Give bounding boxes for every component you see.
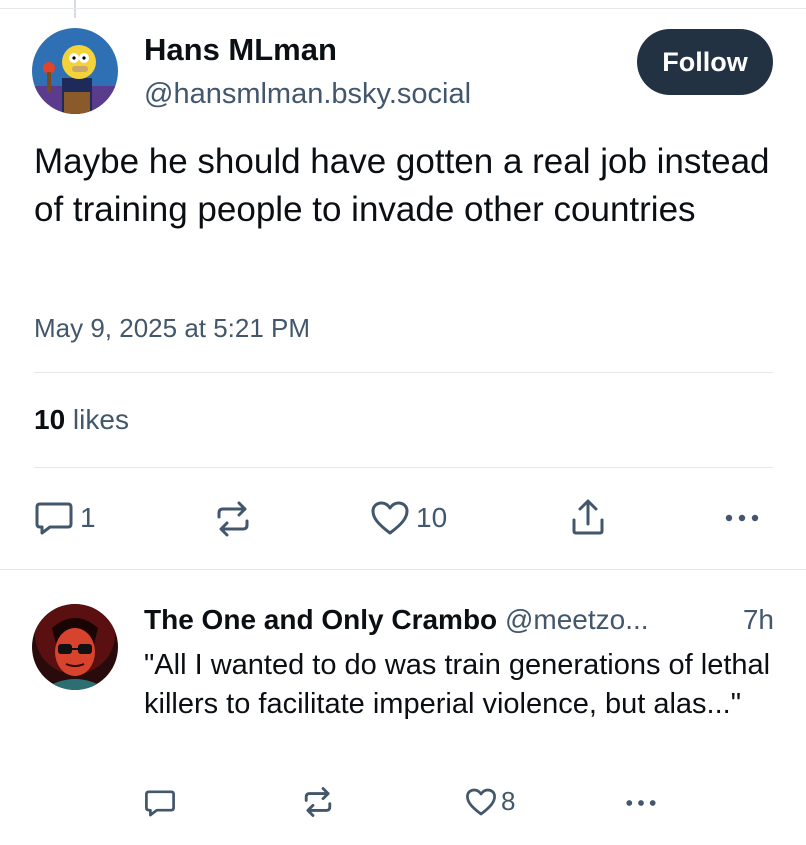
reply-reply-button[interactable]: [144, 788, 176, 818]
reply-icon: [35, 502, 73, 535]
reply-header: The One and Only Crambo @meetzo... 7h: [144, 604, 774, 636]
reply-like-count: 8: [501, 786, 516, 816]
reply-author-name[interactable]: The One and Only Crambo: [144, 604, 497, 635]
heart-icon: [466, 788, 496, 815]
reply-more-options-button[interactable]: [622, 794, 660, 812]
repost-icon: [304, 787, 332, 817]
reply-author-avatar[interactable]: [32, 604, 118, 690]
likes-label: likes: [65, 404, 129, 435]
post-timestamp[interactable]: May 9, 2025 at 5:21 PM: [34, 313, 310, 344]
like-count: 10: [416, 502, 448, 533]
repost-button[interactable]: [214, 500, 252, 538]
author-handle[interactable]: @hansmlman.bsky.social: [144, 78, 471, 111]
repost-icon: [217, 501, 249, 537]
author-avatar[interactable]: [32, 28, 118, 114]
reply-button[interactable]: 1: [34, 500, 96, 536]
share-icon: [572, 499, 604, 535]
reply-icon: [145, 790, 175, 817]
section-divider: [0, 569, 806, 570]
share-button[interactable]: [570, 498, 606, 536]
author-name[interactable]: Hans MLman: [144, 32, 337, 68]
heart-icon: [371, 501, 409, 535]
more-icon: [725, 514, 759, 522]
reply-time[interactable]: 7h: [743, 604, 774, 636]
likes-summary[interactable]: 10 likes: [34, 404, 129, 436]
more-icon: [626, 800, 656, 806]
thread-connector-line: [74, 0, 76, 18]
post-text: Maybe he should have gotten a real job i…: [34, 142, 770, 229]
follow-button[interactable]: Follow: [637, 29, 773, 95]
reply-text: "All I wanted to do was train generation…: [144, 649, 771, 720]
reply-count: 1: [80, 502, 96, 533]
reply-author-handle[interactable]: @meetzo...: [505, 604, 649, 635]
likes-count: 10: [34, 404, 66, 435]
divider: [34, 372, 773, 373]
like-button[interactable]: 10: [370, 500, 447, 536]
divider: [34, 467, 773, 468]
reply-repost-button[interactable]: [302, 786, 334, 818]
top-border: [0, 8, 806, 9]
more-options-button[interactable]: [722, 508, 762, 528]
reply-like-button[interactable]: 8: [465, 786, 515, 817]
